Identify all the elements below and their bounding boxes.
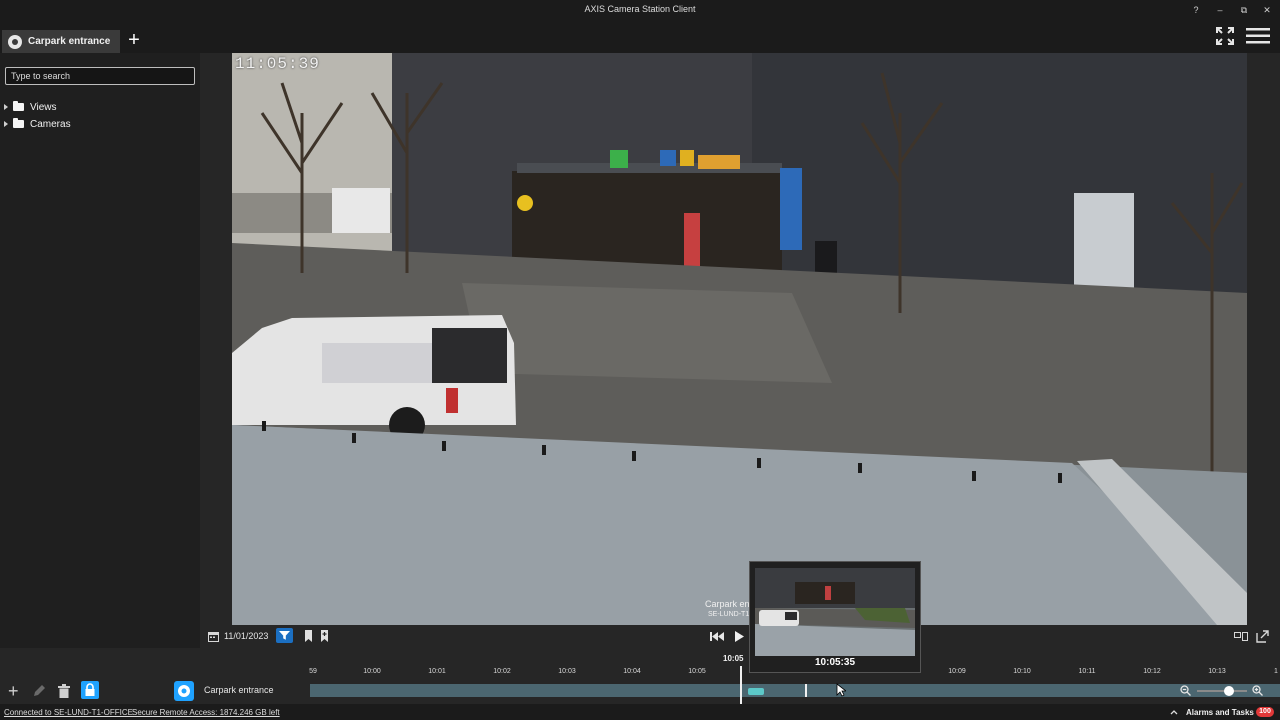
zoom-in-icon[interactable] [1252, 685, 1263, 696]
skip-back-icon[interactable] [710, 631, 724, 642]
timeline-tick: 10:12 [1143, 668, 1161, 675]
filter-icon [279, 631, 290, 640]
restore-button[interactable]: ⧉ [1236, 2, 1252, 18]
timeline-tick: 10:01 [428, 668, 446, 675]
play-icon[interactable] [735, 631, 744, 642]
left-panel: Views Cameras [0, 53, 200, 678]
add-icon[interactable]: + [8, 682, 19, 700]
video-overlay-camera-name: Carpark en [705, 599, 750, 609]
bookmark-add-icon[interactable] [320, 630, 329, 642]
fullscreen-icon[interactable] [1215, 26, 1235, 46]
timeline-thumbnail-preview: 10:05:35 [749, 561, 921, 673]
expand-caret-icon[interactable] [4, 104, 8, 110]
tree-item-cameras[interactable]: Cameras [4, 117, 71, 131]
timeline-tick: 10:10 [1013, 668, 1031, 675]
filter-button[interactable] [276, 628, 293, 643]
timeline-tick: 1 [1274, 668, 1278, 675]
add-tab-button[interactable]: + [123, 30, 145, 52]
camera-scene-image [232, 53, 1247, 625]
camera-video-feed[interactable]: 11:05:39 Carpark en SE-LUND-T1 [232, 53, 1247, 625]
export-icon[interactable] [1256, 630, 1269, 643]
timeline[interactable]: 59 10:00 10:01 10:02 10:03 10:04 10:05 1… [0, 648, 1280, 704]
timeline-camera-label: Carpark entrance [204, 685, 274, 695]
window-title: AXIS Camera Station Client [584, 4, 696, 14]
playhead[interactable] [740, 666, 742, 704]
minimize-button[interactable]: – [1212, 2, 1228, 18]
tree-item-label: Cameras [30, 118, 71, 130]
calendar-icon[interactable] [208, 631, 219, 642]
zoom-out-icon[interactable] [1180, 685, 1191, 696]
timeline-tick: 10:03 [558, 668, 576, 675]
alarms-count-badge: 100 [1256, 707, 1274, 717]
timeline-tick: 10:13 [1208, 668, 1226, 675]
tab-bar: Carpark entrance + [0, 20, 1280, 53]
timeline-tick: 10:04 [623, 668, 641, 675]
video-overlay-time: 11:05:39 [235, 55, 320, 73]
search-input[interactable] [5, 67, 195, 85]
tab-carpark-entrance[interactable]: Carpark entrance [2, 30, 120, 53]
timeline-tick: 59 [309, 668, 317, 675]
position-marker[interactable] [805, 684, 807, 697]
alarms-tasks-label[interactable]: Alarms and Tasks [1186, 708, 1254, 717]
timeline-tick: 10:11 [1078, 668, 1096, 675]
timeline-tick: 10:09 [948, 668, 966, 675]
connection-status-link[interactable]: Connected to SE-LUND-T1-OFFICE [4, 708, 133, 717]
recording-track[interactable] [310, 684, 1280, 697]
expand-caret-icon[interactable] [4, 121, 8, 127]
playhead-time: 10:05 [723, 654, 744, 663]
tree-item-label: Views [30, 101, 57, 113]
thumbnail-time: 10:05:35 [814, 657, 856, 668]
edit-icon[interactable] [32, 684, 46, 698]
video-controls-bar: 11/01/2023 [200, 625, 1280, 648]
bookmark-icon[interactable] [304, 630, 313, 642]
tree-item-views[interactable]: Views [4, 100, 57, 114]
timeline-tick: 10:05 [688, 668, 706, 675]
remote-access-link[interactable]: Secure Remote Access: 1874.246 GB left [132, 708, 280, 717]
recording-segment[interactable] [748, 688, 764, 695]
camera-source-icon [174, 681, 194, 701]
delete-icon[interactable] [58, 684, 70, 698]
lock-icon [85, 683, 95, 696]
mouse-cursor-icon [836, 683, 846, 697]
close-button[interactable]: ✕ [1259, 2, 1275, 18]
zoom-slider-handle[interactable] [1224, 686, 1234, 696]
zoom-slider-track[interactable] [1197, 690, 1247, 692]
main-menu-icon[interactable] [1246, 28, 1270, 44]
status-bar: Connected to SE-LUND-T1-OFFICE Secure Re… [0, 704, 1280, 720]
title-bar: AXIS Camera Station Client ? – ⧉ ✕ [0, 0, 1280, 20]
split-view-icon[interactable] [1234, 632, 1248, 641]
help-button[interactable]: ? [1188, 2, 1204, 18]
folder-icon [13, 101, 24, 111]
video-overlay-camera-id: SE-LUND-T1 [708, 611, 750, 618]
timeline-tick: 10:00 [363, 668, 381, 675]
folder-icon [13, 118, 24, 128]
timeline-tick: 10:02 [493, 668, 511, 675]
camera-reel-icon [8, 34, 22, 49]
date-selector[interactable]: 11/01/2023 [224, 631, 268, 641]
tab-label: Carpark entrance [28, 36, 111, 47]
lock-button[interactable] [81, 681, 99, 699]
chevron-up-icon[interactable] [1170, 709, 1178, 715]
thumbnail-image [755, 568, 915, 656]
